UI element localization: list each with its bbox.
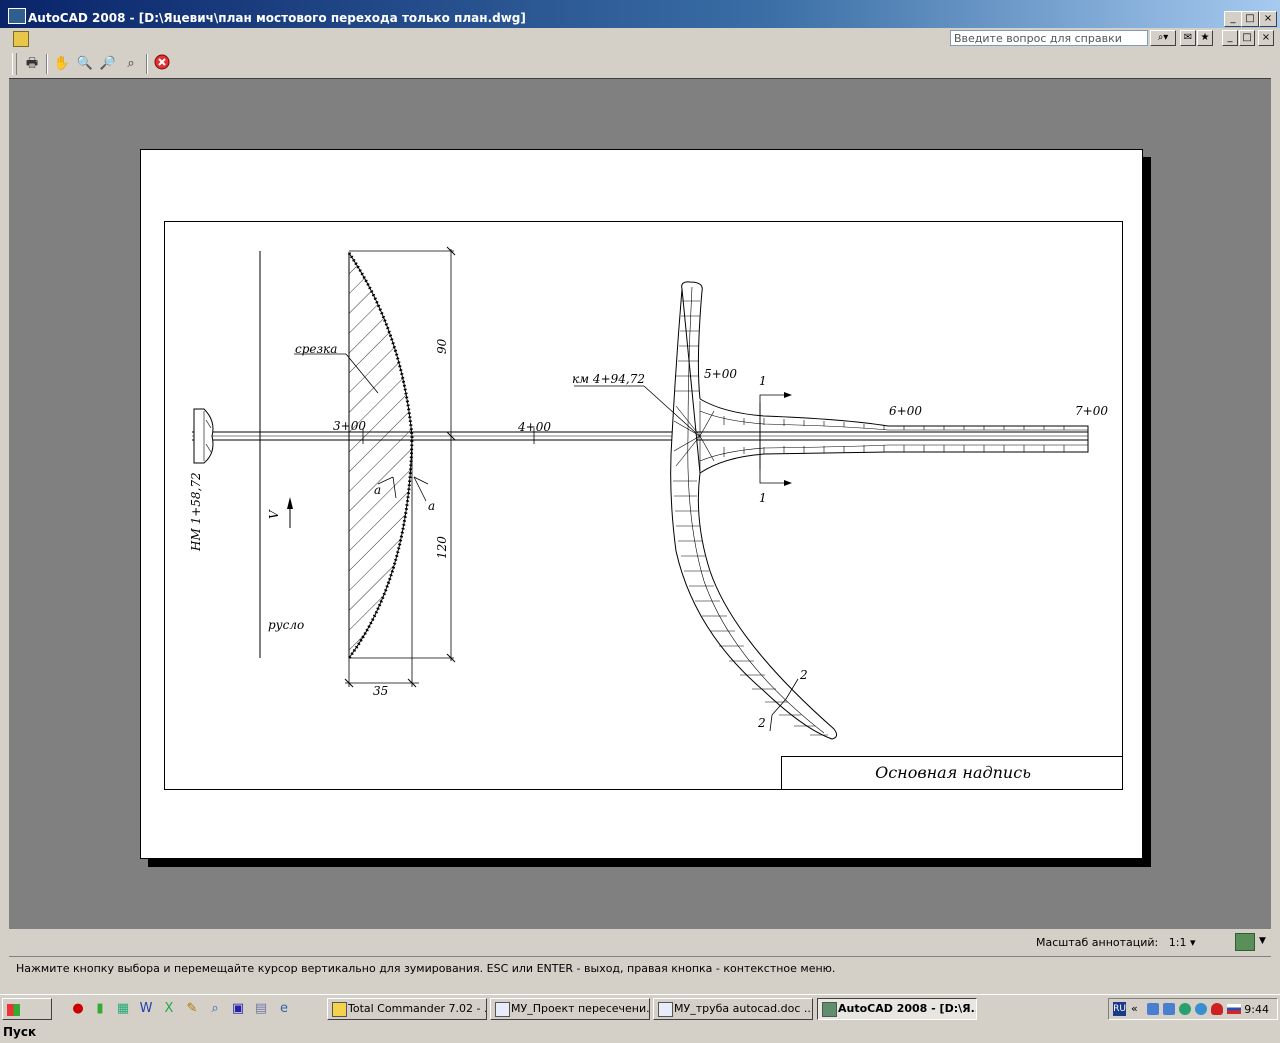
favorites-icon[interactable]: ★ [1197,30,1213,46]
antivirus-shield-icon[interactable] [1211,1003,1223,1015]
word-icon[interactable]: W [138,1001,154,1017]
section-2-top-label: 2 [799,668,808,682]
save-icon[interactable]: ▣ [230,1001,246,1017]
dimension-90: 90 [435,338,449,354]
toolbar-grip[interactable] [12,53,17,75]
dimension-120: 120 [435,536,449,559]
annotation-visibility-icon[interactable] [1235,933,1255,951]
zoom-realtime-icon[interactable]: 🔍 [75,54,95,74]
left-abutment [193,408,214,464]
task-label: AutoCAD 2008 - [D:\Я... [838,1002,977,1015]
excel-icon[interactable]: X [161,1001,177,1017]
task-label: МУ_труба autocad.doc ... [674,1002,813,1015]
language-indicator[interactable]: RU [1113,1002,1126,1016]
communication-center-icon[interactable]: ✉ [1180,30,1196,46]
doc-close-button[interactable]: × [1258,30,1274,46]
maximize-button[interactable]: □ [1241,11,1259,27]
dimension-35: 35 [373,684,388,698]
tray-expand-chevron[interactable]: « [1131,1002,1138,1015]
system-tray: RU « 9:44 [1108,998,1278,1020]
ruslo-label: русло [268,618,304,632]
station-4-00: 4+00 [517,420,551,434]
tray-app-icon[interactable] [1195,1003,1207,1015]
taskbar: Пуск ● ▮ ▦ W X ✎ ⌕ ▣ ▤ e Total Commander… [0,994,1280,1039]
help-search-input[interactable]: Введите вопрос для справки [950,30,1148,46]
task-autocad[interactable]: AutoCAD 2008 - [D:\Я... [817,998,977,1020]
station-6-00: 6+00 [889,404,922,418]
toolbar-separator [146,54,148,74]
annotation-scale-value[interactable]: 1:1 ▾ [1169,936,1196,949]
help-search-icon[interactable]: ⌕▾ [1150,30,1176,46]
section-1-top-label: 1 [759,374,767,388]
annotation-scale[interactable]: Масштаб аннотаций: 1:1 ▾ [1036,936,1196,949]
start-label: Пуск [3,1025,37,1039]
task-total-commander[interactable]: Total Commander 7.02 - ... [327,998,487,1020]
autocad-app-icon[interactable] [8,8,26,24]
window-title: AutoCAD 2008 - [D:\Яцевич\план мостового… [28,11,526,25]
preview-toolbar: 🖶 ✋ 🔍 🔎 ⌕ [0,50,1280,77]
doc-minimize-button[interactable]: _ [1222,30,1238,46]
doc-restore-button[interactable]: □ [1239,30,1255,46]
station-5-00: 5+00 [704,367,737,381]
title-block-label: Основная надпись [875,763,1031,782]
title-block: Основная надпись [781,756,1123,790]
pan-icon[interactable]: ✋ [52,54,72,74]
opera-icon[interactable]: ● [70,1001,86,1017]
total-commander-icon [332,1002,347,1017]
section-a-left: a [374,483,381,497]
command-prompt-text: Нажмите кнопку выбора и перемещайте курс… [16,962,836,975]
bridge-crossing-plan: срезка км 4+94,72 НМ 1+58,72 V русло 90 … [189,246,1108,740]
minimize-button[interactable]: _ [1224,11,1242,27]
km-label: км 4+94,72 [572,372,645,386]
task-word-proekt[interactable]: МУ_Проект пересечени... [490,998,650,1020]
title-bar: AutoCAD 2008 - [D:\Яцевич\план мостового… [0,0,1280,28]
nm-label: НМ 1+58,72 [189,472,203,552]
windows-logo-icon [7,1004,20,1016]
section-1-bottom-label: 1 [759,491,767,505]
station-3-00: 3+00 [333,419,366,433]
calculator-icon[interactable]: ▤ [253,1001,269,1017]
command-line[interactable]: Нажмите кнопку выбора и перемещайте курс… [9,956,1271,979]
autocad-task-icon [822,1002,837,1017]
close-preview-icon[interactable] [152,54,172,74]
autocad-quicklaunch-icon[interactable]: ▦ [115,1001,131,1017]
task-label: Total Commander 7.02 - ... [348,1002,487,1015]
flow-v-label: V [267,509,281,519]
word-doc-icon [658,1002,673,1017]
russian-flag-icon[interactable] [1227,1004,1241,1014]
search-icon[interactable]: ⌕ [207,1001,223,1017]
tray-app-icon[interactable] [1179,1003,1191,1015]
status-bar: Масштаб аннотаций: 1:1 ▾ ▼ [9,930,1271,955]
embankment-ticks [723,416,1065,457]
network-icon[interactable] [1147,1003,1159,1015]
notepad-icon[interactable]: ✎ [184,1001,200,1017]
word-doc-icon [495,1002,510,1017]
status-menu-icon[interactable]: ▼ [1259,936,1266,946]
srezka-label: срезка [295,342,337,356]
zoom-previous-icon[interactable]: ⌕ [121,54,141,74]
plot-icon[interactable]: 🖶 [22,54,42,74]
task-word-truba[interactable]: МУ_труба autocad.doc ... [653,998,813,1020]
dam-embankment [670,281,838,740]
clock[interactable]: 9:44 [1244,1003,1269,1016]
network-icon[interactable] [1163,1003,1175,1015]
section-2-bottom-label: 2 [757,716,766,730]
section-a-right: a [428,499,435,513]
document-icon[interactable] [13,31,29,47]
station-7-00: 7+00 [1075,404,1108,418]
close-button[interactable]: × [1259,11,1277,27]
task-label: МУ_Проект пересечени... [511,1002,650,1015]
start-button[interactable]: Пуск [2,998,52,1039]
zoom-window-icon[interactable]: 🔎 [98,54,118,74]
menu-row: Введите вопрос для справки ⌕▾ ✉ ★ _ □ × [0,28,1280,48]
uninstall-icon[interactable]: ▮ [92,1001,108,1017]
annotation-scale-label: Масштаб аннотаций: [1036,936,1159,949]
toolbar-separator [46,54,48,74]
ie-icon[interactable]: e [276,1001,292,1017]
